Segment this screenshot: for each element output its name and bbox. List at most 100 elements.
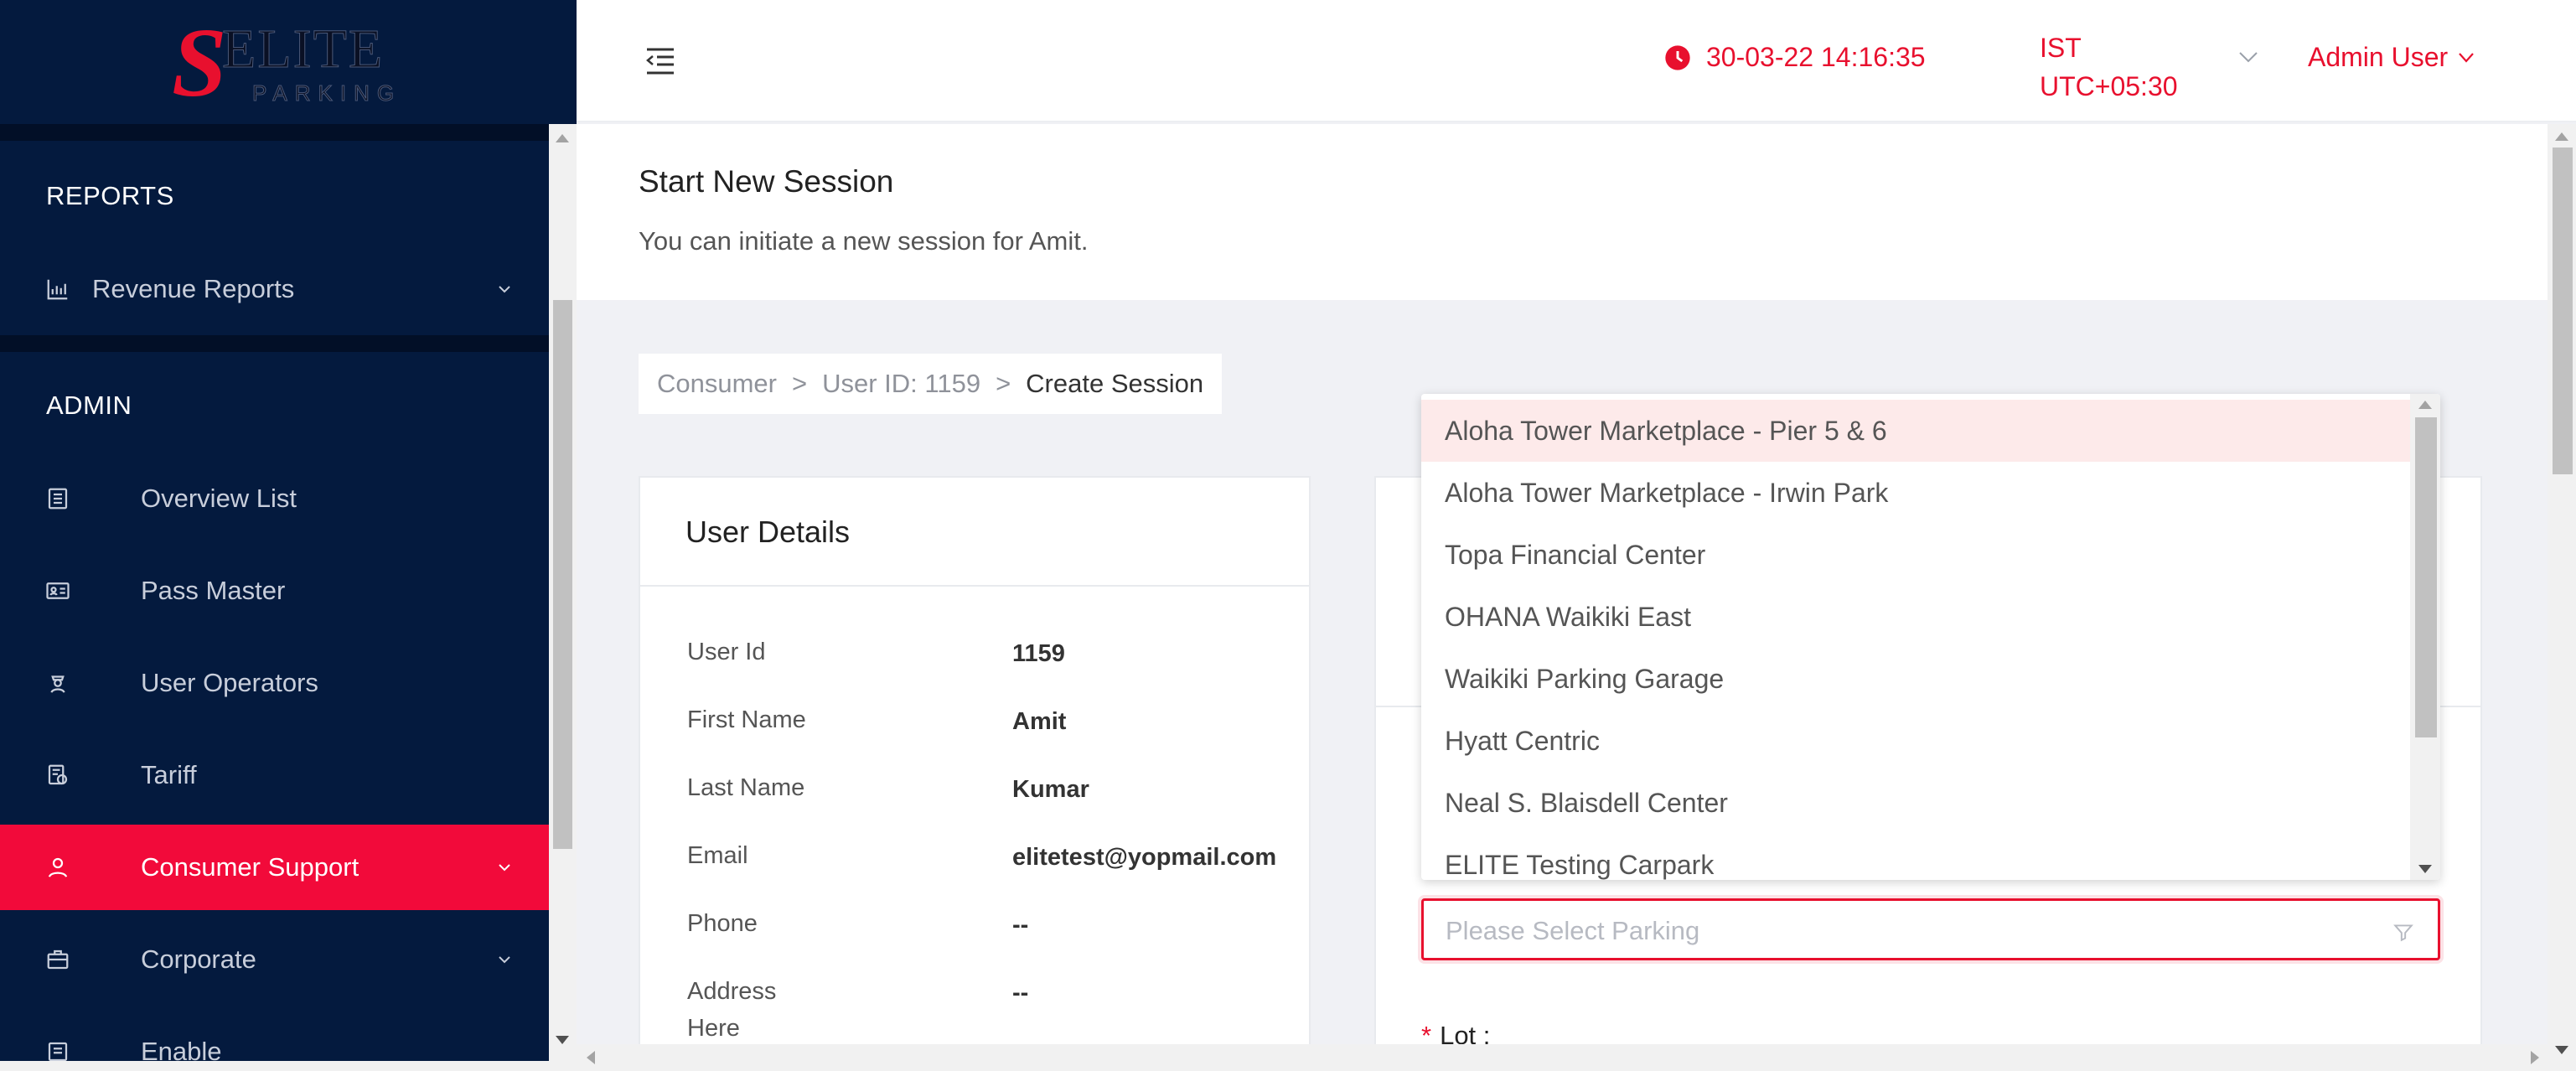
menu-collapse-icon[interactable] — [644, 46, 677, 76]
breadcrumb-consumer[interactable]: Consumer — [657, 369, 777, 399]
field-label: Email — [687, 842, 748, 869]
sidebar-item-label: Consumer Support — [141, 852, 360, 882]
list-icon — [44, 484, 72, 513]
sidebar-item-pass-master[interactable]: Pass Master — [0, 548, 549, 634]
field-label: User Id — [687, 639, 766, 665]
main-scrollbar[interactable] — [2548, 124, 2576, 1071]
field-label-line: Here — [687, 1015, 740, 1042]
user-menu[interactable]: Admin User — [2308, 42, 2476, 73]
chevron-down-icon[interactable] — [2236, 49, 2261, 65]
breadcrumb-separator: > — [996, 369, 1011, 398]
dropdown-option[interactable]: Aloha Tower Marketplace - Pier 5 & 6 — [1421, 400, 2410, 462]
user-name: Admin User — [2308, 42, 2449, 72]
parking-select[interactable]: Please Select Parking — [1421, 898, 2440, 960]
scrollbar-thumb[interactable] — [553, 300, 572, 849]
sidebar-item-label: Overview List — [141, 484, 297, 513]
sidebar-item-consumer-support[interactable]: Consumer Support — [0, 825, 549, 910]
scroll-left-arrow-icon[interactable] — [587, 1051, 595, 1064]
scrollbar-thumb[interactable] — [2553, 147, 2573, 474]
field-value: elitetest@yopmail.com — [1012, 844, 1277, 871]
sidebar-divider — [0, 124, 549, 141]
briefcase-icon — [44, 945, 72, 974]
id-card-icon — [44, 577, 72, 605]
tariff-icon — [44, 761, 72, 789]
scroll-down-arrow-icon[interactable] — [2418, 865, 2432, 873]
breadcrumb: Consumer > User ID: 1159 > Create Sessio… — [639, 354, 1223, 414]
chevron-down-icon — [499, 864, 510, 872]
sidebar: S ELITE PARKING REPORTS Revenue Reports … — [0, 0, 577, 1071]
sidebar-item-label: Corporate — [141, 944, 256, 974]
section-title-reports: REPORTS — [46, 181, 174, 210]
sidebar-item-label: Tariff — [141, 760, 197, 789]
field-value: -- — [1012, 912, 1029, 939]
scroll-right-arrow-icon[interactable] — [2531, 1051, 2539, 1064]
dropdown-option[interactable]: Hyatt Centric — [1421, 710, 2410, 772]
field-label: First Name — [687, 706, 806, 733]
breadcrumb-current: Create Session — [1026, 369, 1204, 398]
dropdown-option[interactable]: ELITE Testing Carpark — [1421, 834, 2410, 880]
scroll-down-arrow-icon[interactable] — [2555, 1046, 2568, 1054]
sidebar-item-label: User Operators — [141, 668, 318, 697]
card-title: User Details — [685, 515, 851, 549]
section-title-admin: ADMIN — [46, 391, 132, 420]
scroll-up-arrow-icon[interactable] — [2418, 401, 2432, 409]
field-value: Kumar — [1012, 776, 1089, 803]
clock-icon — [1665, 44, 1690, 70]
sidebar-item-user-operators[interactable]: User Operators — [0, 640, 549, 726]
chevron-down-icon — [2459, 52, 2474, 63]
sidebar-divider — [0, 335, 549, 352]
sidebar-item-overview-list[interactable]: Overview List — [0, 456, 549, 541]
sidebar-scrollbar[interactable] — [549, 124, 577, 1063]
datetime-text: 30-03-22 14:16:35 — [1706, 42, 1926, 72]
sidebar-horizontal-scrollbar[interactable] — [0, 1061, 577, 1071]
breadcrumb-separator: > — [792, 369, 808, 398]
logo-word: ELITE — [221, 18, 385, 80]
operator-icon — [44, 669, 72, 697]
breadcrumb-user-id[interactable]: User ID: 1159 — [822, 369, 980, 399]
user-icon — [44, 853, 72, 882]
field-value: 1159 — [1012, 640, 1065, 667]
sidebar-item-revenue-reports[interactable]: Revenue Reports — [0, 246, 549, 332]
parking-select-placeholder: Please Select Parking — [1446, 916, 1700, 945]
field-value: -- — [1012, 980, 1029, 1006]
field-label: Phone — [687, 910, 758, 937]
logo-letter: S — [172, 8, 227, 117]
top-header: 30-03-22 14:16:35 IST UTC+05:30 Admin Us… — [577, 0, 2576, 122]
scroll-up-arrow-icon[interactable] — [556, 134, 569, 142]
field-label-line: Address — [687, 978, 777, 1005]
bar-chart-icon — [44, 275, 72, 303]
dropdown-scrollbar[interactable] — [2410, 394, 2440, 880]
dropdown-option[interactable]: Aloha Tower Marketplace - Irwin Park — [1421, 462, 2410, 524]
main-horizontal-scrollbar[interactable] — [577, 1044, 2548, 1071]
field-value: Amit — [1012, 708, 1067, 735]
dropdown-option[interactable]: OHANA Waikiki East — [1421, 586, 2410, 648]
main-content: Start New Session You can initiate a new… — [577, 124, 2548, 1063]
elite-parking-logo[interactable]: S ELITE PARKING — [172, 8, 415, 117]
timezone-name: IST — [2040, 33, 2082, 63]
page-subtitle: You can initiate a new session for Amit. — [639, 226, 1089, 256]
sidebar-item-label: Pass Master — [141, 576, 286, 605]
parking-dropdown[interactable]: Aloha Tower Marketplace - Pier 5 & 6 Alo… — [1421, 394, 2440, 880]
timezone-selector[interactable]: IST UTC+05:30 — [2040, 28, 2178, 106]
chevron-down-icon — [499, 956, 510, 964]
field-label: Last Name — [687, 774, 805, 801]
sidebar-item-tariff[interactable]: Tariff — [0, 732, 549, 818]
scroll-down-arrow-icon[interactable] — [556, 1036, 569, 1044]
sidebar-item-label: Revenue Reports — [92, 274, 295, 303]
dropdown-option[interactable]: Waikiki Parking Garage — [1421, 648, 2410, 710]
page-header: Start New Session You can initiate a new… — [577, 124, 2548, 300]
scroll-up-arrow-icon[interactable] — [2555, 132, 2568, 141]
user-details-card: User Details User Id 1159 First Name Ami… — [639, 476, 1311, 1063]
filter-icon — [2393, 924, 2413, 942]
logo-area: S ELITE PARKING — [0, 0, 577, 124]
datetime-display: 30-03-22 14:16:35 — [1664, 42, 1926, 73]
dropdown-option[interactable]: Topa Financial Center — [1421, 524, 2410, 586]
field-label: Address Here — [687, 973, 776, 1047]
sidebar-item-corporate[interactable]: Corporate — [0, 917, 549, 1002]
page-title: Start New Session — [639, 164, 894, 199]
logo-sub: PARKING — [251, 80, 402, 106]
dropdown-option[interactable]: Neal S. Blaisdell Center — [1421, 772, 2410, 834]
chevron-down-icon — [499, 286, 510, 293]
scrollbar-thumb[interactable] — [2415, 417, 2437, 737]
card-header: User Details — [640, 478, 1309, 587]
